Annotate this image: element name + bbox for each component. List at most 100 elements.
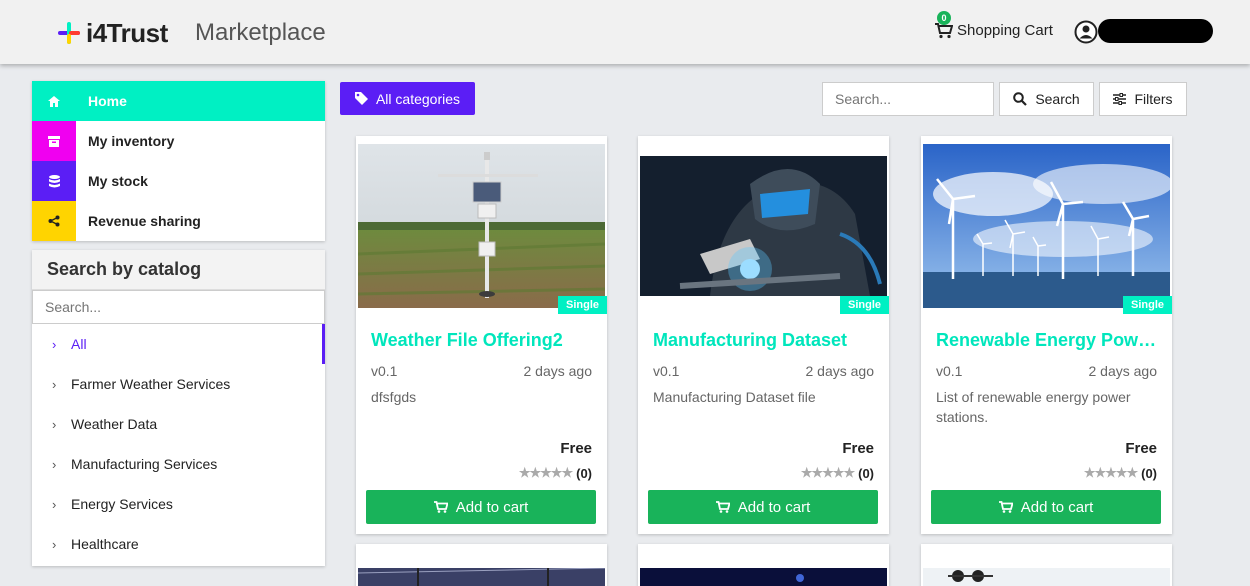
offering-date: 2 days ago <box>523 363 593 379</box>
catalog-item-farmer-weather-services[interactable]: › Farmer Weather Services <box>32 364 325 404</box>
offering-title[interactable]: Renewable Energy Power Stations <box>936 330 1161 351</box>
nav-label-revenue-sharing: Revenue sharing <box>88 213 201 229</box>
filters-button-label: Filters <box>1134 91 1173 107</box>
offering-price: Free <box>842 440 874 457</box>
add-to-cart-label: Add to cart <box>1020 498 1094 516</box>
star-rating-icon: ★★★★★ <box>518 465 573 480</box>
catalog-item-energy-services[interactable]: › Energy Services <box>32 484 325 524</box>
archive-icon <box>32 121 76 161</box>
chevron-right-icon: › <box>52 496 57 512</box>
share-icon <box>32 201 76 241</box>
database-icon <box>32 161 76 201</box>
offering-search-input[interactable] <box>822 82 994 116</box>
chevron-right-icon: › <box>52 416 57 432</box>
cart-label: Shopping Cart <box>957 22 1053 39</box>
add-to-cart-label: Add to cart <box>455 498 529 516</box>
cart-count-badge: 0 <box>937 11 951 25</box>
chevron-right-icon: › <box>52 536 57 552</box>
top-header: i4Trust Marketplace 0 Shopping Cart <box>0 0 1250 64</box>
offering-title[interactable]: Manufacturing Dataset <box>653 330 878 351</box>
offering-type-badge: Single <box>1122 296 1172 314</box>
search-button-label: Search <box>1035 91 1080 107</box>
catalog-search-input[interactable] <box>32 290 325 324</box>
offering-description: dfsfgds <box>371 389 417 405</box>
rating-count: (0) <box>1141 465 1157 481</box>
rating-count: (0) <box>576 465 592 481</box>
nav-label-my-stock: My stock <box>88 173 148 189</box>
offering-card[interactable]: Single Weather File Offering2 v0.1 2 day… <box>356 136 607 534</box>
offering-image-partial <box>358 568 605 586</box>
sliders-icon <box>1113 93 1127 105</box>
offering-version: v0.1 <box>653 363 680 379</box>
add-to-cart-button[interactable]: Add to cart <box>366 490 596 524</box>
nav-item-my-inventory[interactable]: My inventory <box>32 121 325 161</box>
user-name-redacted[interactable] <box>1098 19 1213 43</box>
offering-description: Manufacturing Dataset file <box>653 389 816 405</box>
add-to-cart-button[interactable]: Add to cart <box>648 490 878 524</box>
cart-icon <box>433 501 448 513</box>
offering-image-wind-turbines[interactable] <box>923 144 1170 308</box>
offering-description: List of renewable energy power stations. <box>936 389 1131 425</box>
chevron-right-icon: › <box>52 336 57 352</box>
offering-version: v0.1 <box>936 363 963 379</box>
offering-rating: ★★★★★ (0) <box>1084 465 1157 481</box>
add-to-cart-label: Add to cart <box>737 498 811 516</box>
catalog-item-label: Healthcare <box>71 536 139 552</box>
offering-rating: ★★★★★ (0) <box>801 465 874 481</box>
offering-card-partial[interactable] <box>638 544 889 586</box>
nav-item-my-stock[interactable]: My stock <box>32 161 325 201</box>
all-categories-label: All categories <box>375 90 461 107</box>
nav-item-home[interactable]: Home <box>32 81 325 121</box>
all-categories-button[interactable]: All categories <box>340 82 475 115</box>
add-to-cart-button[interactable]: Add to cart <box>931 490 1161 524</box>
search-button[interactable]: Search <box>999 82 1094 116</box>
catalog-item-healthcare[interactable]: › Healthcare <box>32 524 325 564</box>
cart-icon <box>715 501 730 513</box>
offering-image-partial <box>923 568 1170 586</box>
search-icon <box>1013 92 1028 106</box>
offering-image-partial <box>640 568 887 586</box>
catalog-item-label: Manufacturing Services <box>71 456 218 472</box>
offering-card[interactable]: Single Renewable Energy Power Stations v… <box>921 136 1172 534</box>
logo-mark-icon <box>58 22 80 44</box>
offering-image-weather-station[interactable] <box>358 144 605 308</box>
chevron-right-icon: › <box>52 376 57 392</box>
offering-date: 2 days ago <box>805 363 875 379</box>
sidebar-nav: Home My inventory My stock Revenue shari… <box>32 81 325 241</box>
catalog-title: Search by catalog <box>32 250 325 290</box>
offering-image-welder[interactable] <box>640 144 887 308</box>
offering-type-badge: Single <box>557 296 607 314</box>
star-rating-icon: ★★★★★ <box>1083 465 1138 480</box>
catalog-item-label: Energy Services <box>71 496 173 512</box>
offering-date: 2 days ago <box>1088 363 1158 379</box>
tag-icon <box>354 92 368 105</box>
catalog-list: › All › Farmer Weather Services › Weathe… <box>32 324 325 564</box>
app-title: Marketplace <box>195 19 326 46</box>
app-logo[interactable]: i4Trust <box>58 18 168 48</box>
nav-item-revenue-sharing[interactable]: Revenue sharing <box>32 201 325 241</box>
catalog-item-all[interactable]: › All <box>32 324 325 364</box>
catalog-item-label: Weather Data <box>71 416 158 432</box>
catalog-item-manufacturing-services[interactable]: › Manufacturing Services <box>32 444 325 484</box>
offering-card-partial[interactable] <box>921 544 1172 586</box>
shopping-cart-link[interactable]: 0 Shopping Cart <box>935 11 1053 39</box>
rating-count: (0) <box>858 465 874 481</box>
offering-title[interactable]: Weather File Offering2 <box>371 330 596 351</box>
offering-card-partial[interactable] <box>356 544 607 586</box>
catalog-item-label: All <box>71 336 87 352</box>
nav-label-my-inventory: My inventory <box>88 133 175 149</box>
catalog-item-weather-data[interactable]: › Weather Data <box>32 404 325 444</box>
logo-text: i4Trust <box>86 17 168 48</box>
catalog-panel: Search by catalog › All › Farmer Weather… <box>32 250 325 566</box>
offering-type-badge: Single <box>839 296 889 314</box>
cart-icon <box>998 501 1013 513</box>
offering-version: v0.1 <box>371 363 398 379</box>
chevron-right-icon: › <box>52 456 57 472</box>
offering-card[interactable]: Single Manufacturing Dataset v0.1 2 days… <box>638 136 889 534</box>
catalog-item-label: Farmer Weather Services <box>71 376 231 392</box>
nav-label-home: Home <box>88 93 127 109</box>
filters-button[interactable]: Filters <box>1099 82 1187 116</box>
user-avatar-icon[interactable] <box>1074 20 1098 44</box>
offering-price: Free <box>1125 440 1157 457</box>
home-icon <box>32 81 76 121</box>
